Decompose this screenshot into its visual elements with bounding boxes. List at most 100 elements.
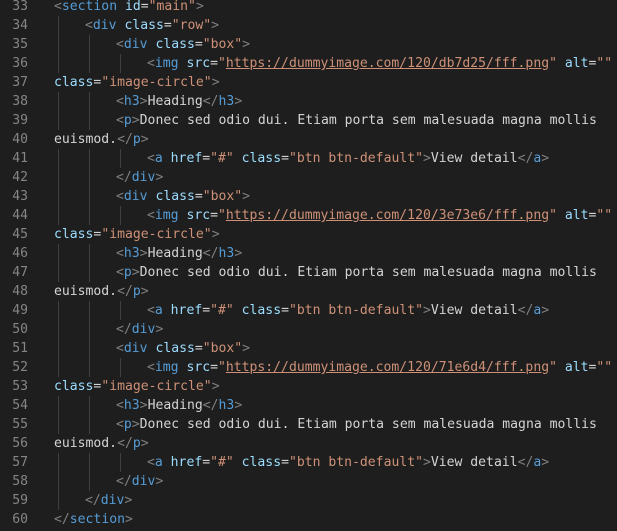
punctuation-token: > bbox=[131, 113, 140, 128]
line-number: 56 bbox=[12, 436, 28, 451]
text-token: = bbox=[194, 37, 203, 52]
text-token: euismod. bbox=[54, 436, 118, 451]
code-line[interactable]: 35 <div class="box"> bbox=[0, 35, 617, 54]
text-token: = bbox=[210, 56, 218, 71]
code-line[interactable]: 51 <div class="box"> bbox=[0, 339, 617, 358]
line-number: 57 bbox=[12, 455, 28, 470]
tag-name-token: p bbox=[123, 113, 132, 128]
code-line[interactable]: 50 </div> bbox=[0, 320, 617, 339]
code-line[interactable]: 43 <div class="box"> bbox=[0, 187, 617, 206]
code-line[interactable]: 49 <a href="#" class="btn btn-default">Vi… bbox=[0, 301, 617, 320]
text-token: = bbox=[194, 341, 203, 356]
text-token: View detail bbox=[430, 151, 518, 166]
text-token: = bbox=[281, 455, 289, 470]
line-number: 50 bbox=[12, 322, 28, 337]
code-line[interactable]: 59 </div> bbox=[0, 491, 617, 510]
attribute-token: href bbox=[170, 303, 203, 318]
code-line[interactable]: 33 <section id="main"> bbox=[0, 0, 617, 16]
punctuation-token: < bbox=[116, 417, 124, 432]
code-line[interactable]: 55 <p>Donec sed odio dui. Etiam porta sem… bbox=[0, 415, 617, 434]
code-line[interactable]: 39 <p>Donec sed odio dui. Etiam porta sem… bbox=[0, 111, 617, 130]
string-token: "" bbox=[596, 56, 613, 71]
code-content: </div> bbox=[85, 491, 132, 510]
code-line[interactable]: 42 </div> bbox=[0, 168, 617, 187]
punctuation-token: > bbox=[211, 75, 220, 90]
line-number: 47 bbox=[12, 265, 28, 280]
code-line[interactable]: 36 <img src="https://dummyimage.com/120/d… bbox=[0, 54, 617, 73]
code-line[interactable]: 41 <a href="#" class="btn btn-default">Vi… bbox=[0, 149, 617, 168]
code-line[interactable]: 40 euismod.</p> bbox=[0, 130, 617, 149]
tag-name-token: p bbox=[132, 284, 141, 299]
attribute-token: src bbox=[186, 56, 211, 71]
punctuation-token: < bbox=[147, 208, 155, 223]
punctuation-token: > bbox=[195, 0, 204, 14]
punctuation-token: < bbox=[116, 398, 124, 413]
tag-name-token: h3 bbox=[123, 246, 140, 261]
url-token[interactable]: https://dummyimage.com/120/db7d25/fff.pn… bbox=[226, 56, 549, 71]
line-number: 44 bbox=[12, 208, 28, 223]
indent-guide bbox=[89, 358, 90, 377]
code-content: euismod.</p> bbox=[54, 434, 149, 453]
indent-guide bbox=[58, 301, 59, 320]
tag-name-token: div bbox=[123, 341, 148, 356]
indent-guide bbox=[58, 92, 59, 111]
indent-guide bbox=[58, 396, 59, 415]
code-content: </div> bbox=[116, 472, 163, 491]
line-number: 52 bbox=[12, 360, 28, 375]
indent-guide bbox=[58, 187, 59, 206]
attribute-token: class bbox=[54, 379, 94, 394]
indent-guide bbox=[58, 339, 59, 358]
punctuation-token: < bbox=[147, 360, 155, 375]
code-line[interactable]: 45 class="image-circle"> bbox=[0, 225, 617, 244]
code-content: <img src="https://dummyimage.com/120/71e… bbox=[147, 358, 612, 377]
code-line[interactable]: 38 <h3>Heading</h3> bbox=[0, 92, 617, 111]
line-number: 43 bbox=[12, 189, 28, 204]
text-token: = bbox=[202, 455, 211, 470]
string-token: "box" bbox=[202, 189, 243, 204]
code-line[interactable]: 57 <a href="#" class="btn btn-default">Vi… bbox=[0, 453, 617, 472]
punctuation-token: > bbox=[155, 170, 164, 185]
text-token: = bbox=[194, 189, 203, 204]
text-token: = bbox=[202, 303, 211, 318]
code-line[interactable]: 54 <h3>Heading</h3> bbox=[0, 396, 617, 415]
code-line[interactable]: 53 class="image-circle"> bbox=[0, 377, 617, 396]
url-token[interactable]: https://dummyimage.com/120/3e73e6/fff.pn… bbox=[226, 208, 549, 223]
code-line[interactable]: 44 <img src="https://dummyimage.com/120/3… bbox=[0, 206, 617, 225]
code-line[interactable]: 60 </section> bbox=[0, 510, 617, 529]
line-number: 41 bbox=[12, 151, 28, 166]
code-line[interactable]: 48 euismod.</p> bbox=[0, 282, 617, 301]
string-token: "box" bbox=[202, 37, 243, 52]
code-content: <div class="row"> bbox=[85, 16, 219, 35]
code-line[interactable]: 56 euismod.</p> bbox=[0, 434, 617, 453]
indent-guide bbox=[89, 301, 90, 320]
code-line[interactable]: 46 <h3>Heading</h3> bbox=[0, 244, 617, 263]
tag-name-token: div bbox=[123, 37, 148, 52]
punctuation-token: > bbox=[131, 417, 140, 432]
code-content: <div class="box"> bbox=[116, 339, 250, 358]
code-content: <h3>Heading</h3> bbox=[116, 244, 242, 263]
code-editor[interactable]: 33 <section id="main"> 34 <div class="row">… bbox=[0, 0, 617, 531]
punctuation-token: </ bbox=[116, 474, 132, 489]
code-line[interactable]: 52 <img src="https://dummyimage.com/120/7… bbox=[0, 358, 617, 377]
indent-guide bbox=[89, 415, 90, 434]
code-line[interactable]: 58 </div> bbox=[0, 472, 617, 491]
indent-guide bbox=[58, 358, 59, 377]
code-content: <img src="https://dummyimage.com/120/3e7… bbox=[147, 206, 612, 225]
line-number: 45 bbox=[12, 227, 28, 242]
code-line[interactable]: 37 class="image-circle"> bbox=[0, 73, 617, 92]
punctuation-token: </ bbox=[517, 303, 534, 318]
line-number: 46 bbox=[12, 246, 28, 261]
string-token: " bbox=[549, 208, 557, 223]
indent-guide bbox=[58, 206, 59, 225]
code-line[interactable]: 34 <div class="row"> bbox=[0, 16, 617, 35]
punctuation-token: < bbox=[85, 18, 93, 33]
url-token[interactable]: https://dummyimage.com/120/71e6d4/fff.pn… bbox=[226, 360, 549, 375]
line-number: 42 bbox=[12, 170, 28, 185]
code-line[interactable]: 47 <p>Donec sed odio dui. Etiam porta sem… bbox=[0, 263, 617, 282]
text-token: = bbox=[140, 0, 149, 14]
punctuation-token: > bbox=[242, 341, 251, 356]
indent-guide bbox=[89, 187, 90, 206]
attribute-token: class bbox=[155, 189, 195, 204]
